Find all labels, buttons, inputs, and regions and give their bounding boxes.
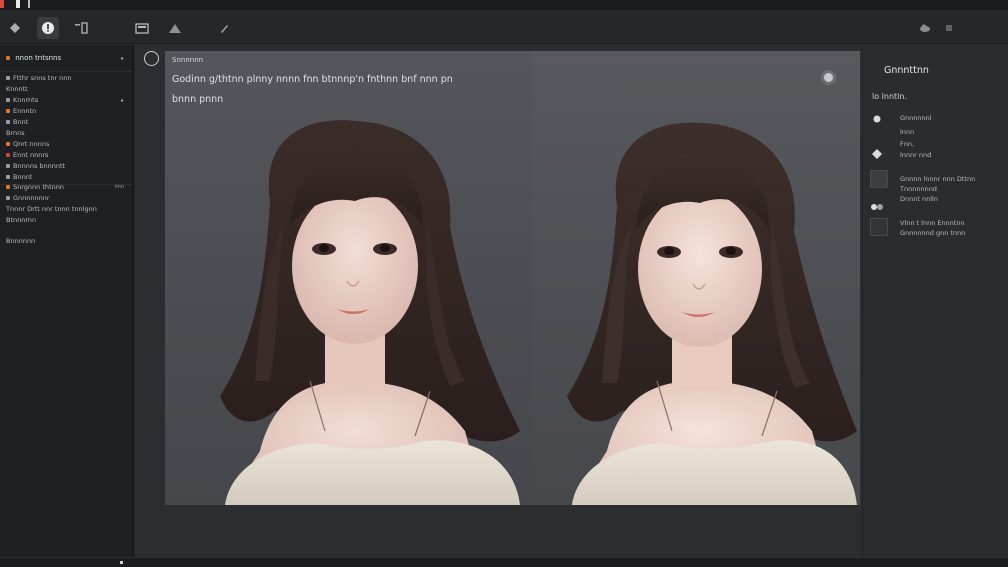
sidebar-item-label: Gnnnnnnnr [13, 194, 50, 202]
sidebar-item-label: Qnrt nnnns [13, 140, 50, 148]
image-before[interactable] [165, 51, 532, 505]
orange-bullet-icon [6, 109, 10, 113]
panel-row-text: Gnnnnnnd gnn tnnn [900, 229, 966, 237]
sidebar-item[interactable]: Bnnnns bnnnntt [0, 161, 132, 172]
crop-icon[interactable] [70, 17, 92, 39]
info-icon[interactable] [37, 17, 59, 39]
sidebar-item[interactable]: Btnnnrnn [0, 215, 132, 226]
sidebar-item-label: Brnns [6, 129, 25, 137]
sidebar-item[interactable]: Qnrt nnnns [0, 139, 132, 150]
sidebar-item-label: Bnnnns bnnnntt [13, 162, 66, 170]
sidebar-item[interactable]: Gnnnnnnnr [0, 193, 132, 204]
swatch-icon[interactable] [870, 218, 888, 236]
sidebar-item-badge: nnn [114, 184, 124, 190]
panel-row-text: Tnnnnnnnd [900, 185, 937, 193]
layers-sidebar: nnon tntsnns ▸ Ftthr snns tnr nnn Knnntt… [0, 45, 134, 557]
portrait-after [567, 122, 857, 505]
sidebar-item-label: Bnnnnnn [6, 237, 36, 245]
app-logo [0, 0, 4, 8]
dot-icon[interactable] [868, 110, 886, 128]
panel-row-text: Gnnnnnnl [900, 114, 932, 122]
panel-row-text: lnnnr nnd [900, 151, 932, 159]
bullet-icon [6, 76, 10, 80]
red-bullet-icon [6, 153, 10, 157]
panel-row-text: Gnnnn lnnnr nnn Dttnn [900, 175, 976, 183]
sidebar-item-label: Knnntt [6, 85, 28, 93]
status-bar [0, 557, 1008, 567]
sidebar-item-label: Snrgnnn thtnnn [13, 183, 64, 191]
chevron-right-icon[interactable]: ▸ [121, 53, 124, 64]
compare-toggle[interactable] [821, 70, 836, 85]
bullet-icon [6, 98, 10, 102]
panel-row-text: lnnn [900, 128, 915, 136]
sidebar-item[interactable]: Brnns [0, 128, 132, 139]
sidebar-item[interactable]: Knnntt [0, 84, 132, 95]
portrait-before [220, 120, 520, 505]
sidebar-item[interactable]: Snrgnnn thtnnn nnn [0, 182, 132, 193]
menu-marker[interactable] [16, 0, 20, 8]
cloud-icon[interactable] [914, 17, 936, 39]
canvas-title: Snnnnnn [172, 56, 204, 64]
sidebar-item-label: Btnnnrnn [6, 216, 37, 224]
bullet-icon [6, 164, 10, 168]
sidebar-item-label: Tnnnr Drtt nnr tnnn tnnlgnn [6, 205, 97, 213]
diamond-icon[interactable] [4, 17, 26, 39]
swatch-icon[interactable] [870, 170, 888, 188]
sidebar-item[interactable]: Tnnnr Drtt nnr tnnn tnnlgnn [0, 204, 132, 215]
bullet-icon [6, 120, 10, 124]
triangle-icon[interactable] [164, 17, 186, 39]
toggle-icon[interactable] [868, 198, 886, 216]
sidebar-item-label: Ftthr snns tnr nnn [13, 74, 72, 82]
brush-icon[interactable] [213, 17, 235, 39]
status-indicator [120, 561, 123, 564]
orange-bullet-icon [6, 185, 10, 189]
toolbar [0, 10, 1008, 44]
chevron-right-icon[interactable]: ▸ [121, 95, 124, 106]
sidebar-header-label: nnon tntsnns [15, 54, 62, 62]
canvas-caption: Godinn g/thtnn plnny nnnn fnn btnnnp'n f… [172, 74, 453, 85]
sidebar-item-label: Knnrnts [13, 96, 39, 104]
bullet-icon [6, 175, 10, 179]
sidebar-item-label: Ennntn [13, 107, 37, 115]
sidebar-item[interactable]: Ennntn [0, 106, 132, 117]
sidebar-header[interactable]: nnon tntsnns ▸ [0, 51, 132, 67]
panel-row-text: Vlnn t lnnn Ennntnn [900, 219, 965, 227]
panel-row-text: Dnnnt nnlln [900, 195, 938, 203]
panel-title: Gnnnttnn [884, 65, 929, 76]
sidebar-item-label: Ennt nnnrs [13, 151, 49, 159]
canvas-caption-cont: bnnn pnnn [172, 94, 224, 105]
menu-bar [0, 0, 1008, 10]
panel-row-text: Fnn, [900, 140, 915, 148]
image-icon[interactable] [131, 17, 153, 39]
sidebar-item[interactable]: Bnnt [0, 117, 132, 128]
sidebar-item[interactable]: Bnnnnnn [0, 236, 132, 247]
panel-toggle-icon[interactable] [144, 51, 159, 66]
panel-subtitle: lo lnntln. [872, 92, 907, 101]
sidebar-item-label: Bnnnt [13, 173, 33, 181]
diamond-small-icon[interactable] [868, 145, 886, 163]
menu-marker[interactable] [28, 0, 30, 8]
sidebar-item[interactable]: Knnrnts ▸ [0, 95, 132, 106]
divider [0, 71, 132, 72]
sidebar-item[interactable]: Ennt nnnrs [0, 150, 132, 161]
image-after[interactable] [532, 51, 860, 505]
sidebar-item-label: Bnnt [13, 118, 29, 126]
orange-bullet-icon [6, 56, 10, 60]
bullet-icon [6, 196, 10, 200]
sidebar-item[interactable]: Ftthr snns tnr nnn [0, 73, 132, 84]
settings-icon[interactable] [938, 17, 960, 39]
orange-bullet-icon [6, 142, 10, 146]
